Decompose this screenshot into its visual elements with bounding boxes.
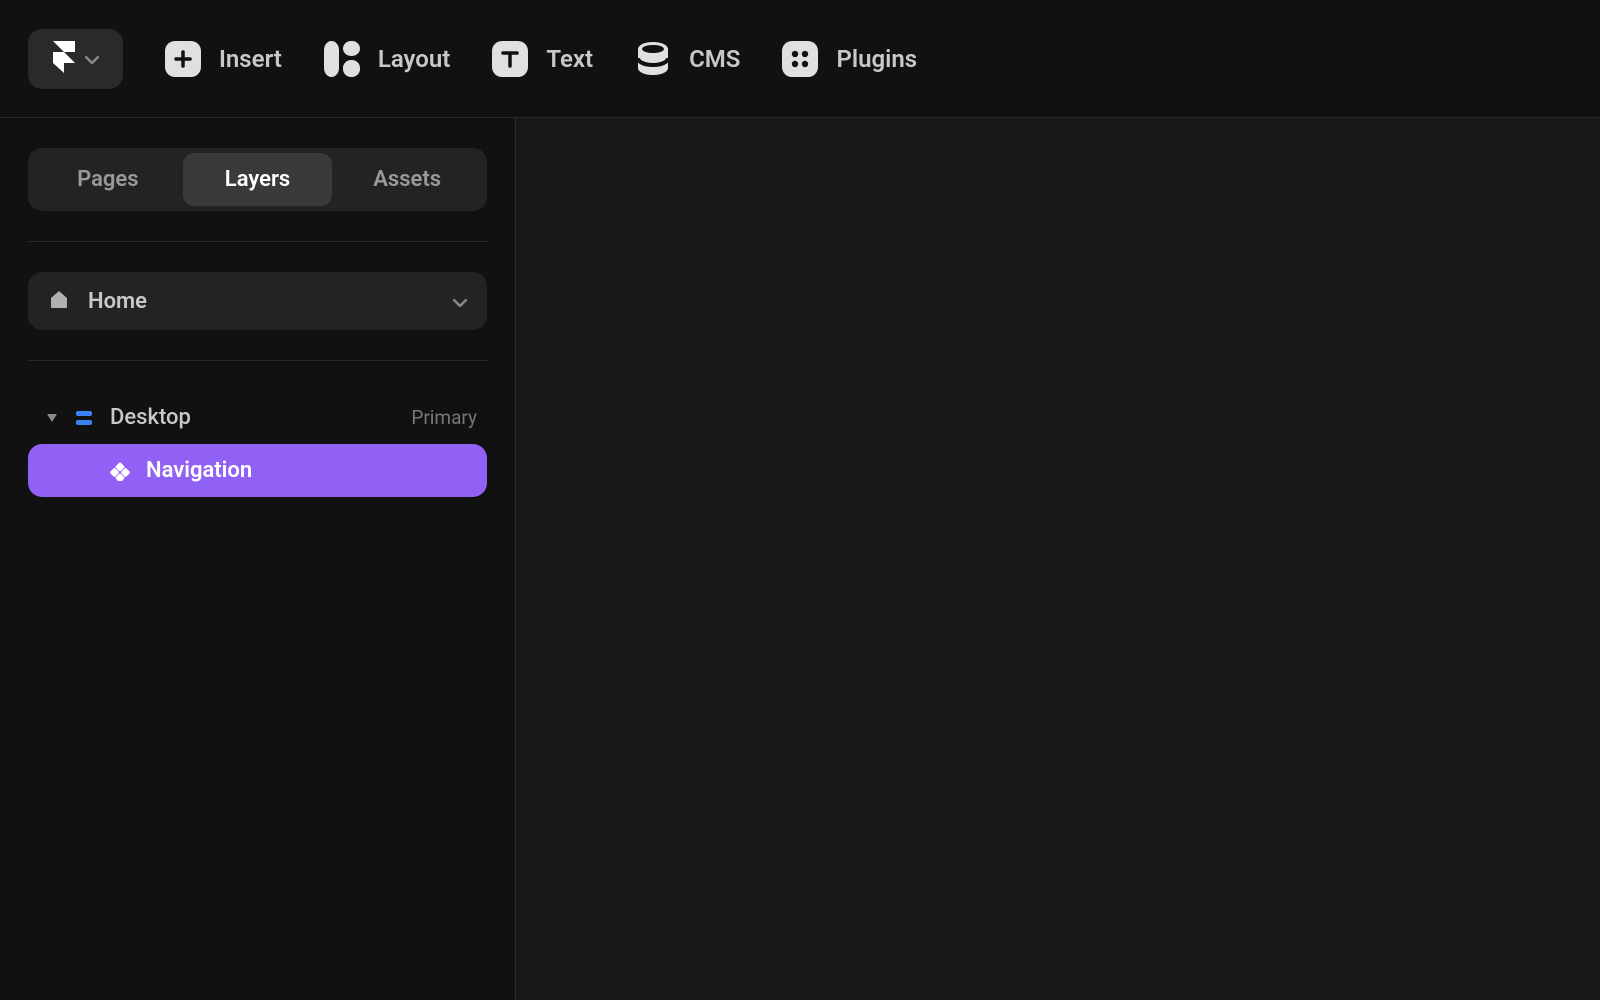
- tab-pages[interactable]: Pages: [33, 153, 183, 206]
- plugins-icon: [782, 41, 818, 77]
- chevron-down-icon: [85, 49, 99, 68]
- plugins-label: Plugins: [836, 45, 917, 73]
- page-selector[interactable]: Home: [28, 272, 487, 330]
- layer-item-navigation[interactable]: Navigation: [28, 444, 487, 497]
- layout-button[interactable]: Layout: [324, 41, 450, 77]
- tab-layers[interactable]: Layers: [183, 153, 333, 206]
- insert-label: Insert: [219, 45, 282, 73]
- layout-label: Layout: [378, 45, 450, 73]
- sidebar: Pages Layers Assets Home: [0, 118, 516, 1000]
- chevron-down-icon: [453, 292, 467, 311]
- insert-button[interactable]: Insert: [165, 41, 282, 77]
- toolbar: Insert Layout Text: [0, 0, 1600, 118]
- breakpoint-icon: [74, 408, 94, 428]
- framer-logo-icon: [53, 41, 75, 77]
- text-icon: [492, 41, 528, 77]
- cms-button[interactable]: CMS: [635, 41, 740, 77]
- layer-label: Desktop: [110, 405, 191, 430]
- layout-icon: [324, 41, 360, 77]
- plugins-button[interactable]: Plugins: [782, 41, 917, 77]
- text-button[interactable]: Text: [492, 41, 593, 77]
- disclosure-triangle-icon[interactable]: [46, 412, 58, 424]
- database-icon: [635, 41, 671, 77]
- main: Pages Layers Assets Home: [0, 118, 1600, 1000]
- tab-assets[interactable]: Assets: [332, 153, 482, 206]
- home-icon: [48, 288, 70, 314]
- plus-icon: [165, 41, 201, 77]
- layer-badge: Primary: [411, 406, 477, 429]
- component-icon: [110, 461, 130, 481]
- app-menu-button[interactable]: [28, 29, 123, 89]
- page-selector-label: Home: [88, 289, 435, 314]
- text-label: Text: [546, 45, 593, 73]
- sidebar-tabs: Pages Layers Assets: [28, 148, 487, 211]
- divider: [28, 241, 487, 242]
- layer-item-desktop[interactable]: Desktop Primary: [28, 391, 487, 444]
- divider: [28, 360, 487, 361]
- cms-label: CMS: [689, 45, 740, 73]
- layer-label: Navigation: [146, 458, 252, 483]
- canvas[interactable]: [516, 118, 1600, 1000]
